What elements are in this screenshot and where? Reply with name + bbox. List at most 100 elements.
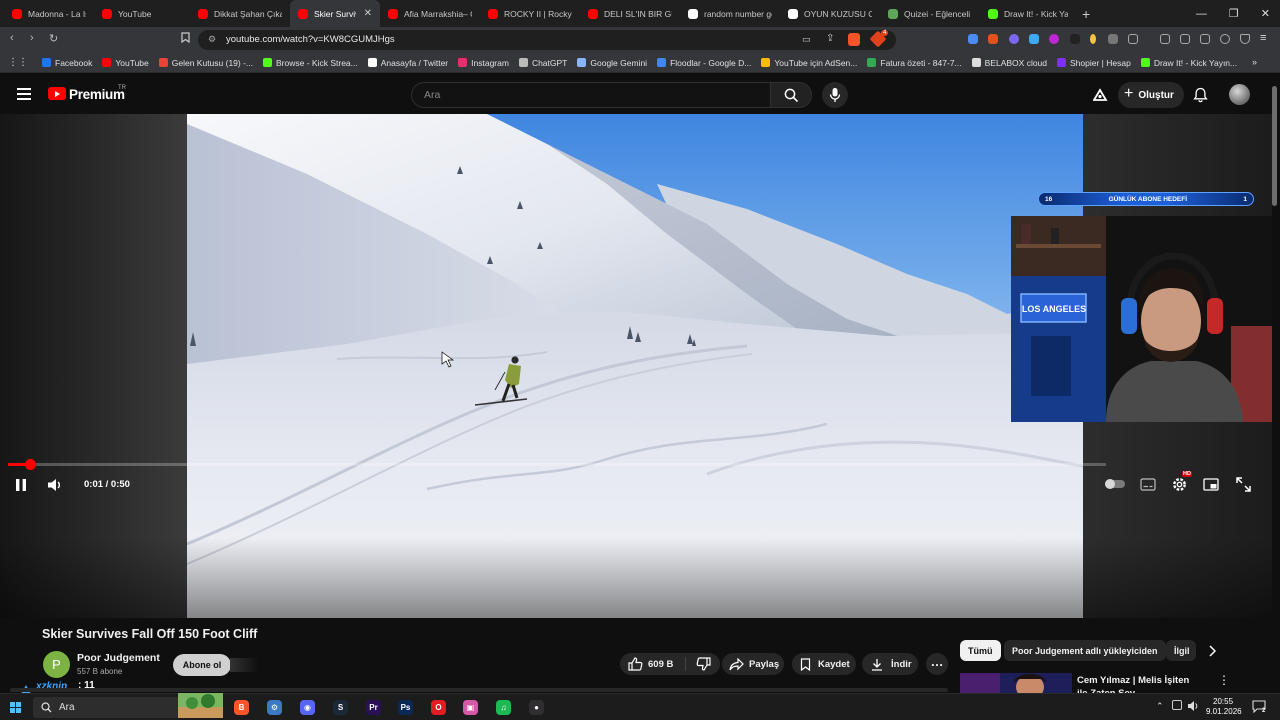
bookmark-item[interactable]: Anasayfa / Twitter <box>367 58 448 68</box>
bookmark-item[interactable]: Browse - Kick Strea... <box>263 58 358 68</box>
youtube-logo-icon[interactable] <box>48 87 66 100</box>
bookmark-item[interactable]: YouTube için AdSen... <box>761 58 857 68</box>
bookmark-icon[interactable] <box>181 32 190 46</box>
sidebar-icon[interactable] <box>1180 34 1190 44</box>
thumbs-down-icon[interactable] <box>696 657 711 671</box>
bookmark-item[interactable]: ChatGPT <box>518 58 567 68</box>
address-bar[interactable]: ⚙ youtube.com/watch?v=KW8CGUMJHgs ▭ ⇪ 4 <box>198 30 896 50</box>
opera-icon[interactable]: O <box>431 700 446 715</box>
back-icon[interactable]: ‹ <box>10 32 14 44</box>
subscribe-button[interactable]: Abone ol <box>173 654 231 676</box>
taskbar-search[interactable]: Ara <box>33 693 223 718</box>
bookmark-item[interactable]: Draw It! - Kick Yayın... <box>1140 58 1237 68</box>
extension-icon[interactable] <box>968 34 978 44</box>
obs-icon[interactable]: ● <box>529 700 544 715</box>
save-button[interactable]: Kaydet <box>792 653 856 675</box>
browser-tab[interactable]: Madonna - La Isla B <box>4 0 94 27</box>
cast-icon[interactable]: ▭ <box>802 34 811 45</box>
apps-grid-icon[interactable]: ⋮⋮ <box>8 57 28 68</box>
chip-related[interactable]: İlgil <box>1166 640 1196 661</box>
subtitles-icon[interactable] <box>1140 478 1156 491</box>
volume-tray-icon[interactable] <box>1187 700 1199 712</box>
more-actions-button[interactable]: … <box>926 653 948 675</box>
premium-logo-text[interactable]: Premium <box>69 87 125 102</box>
chip-all[interactable]: Tümü <box>960 640 1001 661</box>
share-button[interactable]: Paylaş <box>722 653 784 675</box>
extension-icon[interactable] <box>1029 34 1039 44</box>
progress-scrubber[interactable] <box>25 459 36 470</box>
page-scrollbar[interactable] <box>1272 86 1277 206</box>
bookmark-item[interactable]: YouTube <box>102 58 149 68</box>
media-icon[interactable] <box>1160 34 1170 44</box>
hamburger-menu-icon[interactable] <box>17 88 31 100</box>
wallet-icon[interactable] <box>1200 34 1210 44</box>
windows-start-icon[interactable] <box>10 702 21 713</box>
browser-tab[interactable]: YouTube <box>94 0 190 27</box>
tray-overflow-icon[interactable]: ⌃ <box>1156 701 1164 712</box>
browser-tab[interactable]: Draw It! - Kick Yayın <box>980 0 1076 27</box>
bookmark-item[interactable]: Facebook <box>42 58 92 68</box>
notifications-bell-icon[interactable] <box>1193 87 1208 103</box>
browser-tab[interactable]: OYUN KUZUSU OY <box>780 0 880 27</box>
bookmark-item[interactable]: Floodlar - Google D... <box>657 58 751 68</box>
close-window-button[interactable]: ✕ <box>1261 7 1270 20</box>
brave-shield-icon[interactable] <box>848 33 860 46</box>
autoplay-toggle-icon[interactable] <box>1104 477 1126 491</box>
pause-icon[interactable] <box>15 478 27 492</box>
more-vertical-icon[interactable]: ⋮ <box>1218 673 1230 687</box>
video-player[interactable]: 16 GÜNLÜK ABONE HEDEFİ 1 LOS ANGELES 0:0… <box>0 114 1272 618</box>
chip-uploader[interactable]: Poor Judgement adlı yükleyiciden <box>1004 640 1166 661</box>
browser-tab[interactable]: Skier Survive ✕ <box>290 0 380 27</box>
voice-search-button[interactable] <box>822 82 848 108</box>
forward-icon[interactable]: › <box>30 32 34 44</box>
new-tab-button[interactable]: + <box>1082 6 1090 22</box>
url-text[interactable]: youtube.com/watch?v=KW8CGUMJHgs <box>226 34 395 45</box>
bookmarks-overflow-icon[interactable]: » <box>1252 57 1257 67</box>
youtube-studio-icon[interactable] <box>1093 88 1108 101</box>
browser-tab[interactable]: Afia Marrakshia– Or <box>380 0 480 27</box>
horizontal-scrollbar[interactable] <box>10 688 948 692</box>
vpn-icon[interactable] <box>1240 34 1250 44</box>
search-input[interactable]: Ara <box>411 82 770 108</box>
progress-bar[interactable] <box>8 459 1106 470</box>
photoshop-icon[interactable]: Ps <box>398 700 413 715</box>
miniplayer-icon[interactable] <box>1203 478 1219 491</box>
share-icon[interactable]: ⇪ <box>826 33 834 44</box>
spotify-icon[interactable]: ♫ <box>496 700 511 715</box>
network-icon[interactable] <box>1172 700 1182 710</box>
steam-icon[interactable]: S <box>333 700 348 715</box>
photos-icon[interactable]: ▣ <box>463 700 478 715</box>
clock-time[interactable]: 20:55 <box>1213 697 1233 706</box>
recommendation-thumbnail[interactable] <box>960 673 1072 693</box>
extension-icon[interactable] <box>1009 34 1019 44</box>
channel-avatar[interactable]: P <box>43 651 70 678</box>
bookmark-item[interactable]: Shopier | Hesap <box>1057 58 1131 68</box>
extension-icon[interactable] <box>988 34 998 44</box>
bookmark-item[interactable]: Instagram <box>458 58 509 68</box>
volume-icon[interactable] <box>47 478 63 492</box>
download-button[interactable]: İndir <box>862 653 918 675</box>
clock-date[interactable]: 9.01.2026 <box>1206 707 1242 716</box>
brave-icon[interactable]: B <box>234 700 249 715</box>
recommendation-title[interactable]: Cem Yılmaz | Melis İşiten ile Zaten Sev <box>1077 674 1197 693</box>
puzzle-icon[interactable] <box>1108 34 1118 44</box>
reload-icon[interactable]: ↻ <box>49 32 58 45</box>
account-avatar[interactable] <box>1229 84 1250 105</box>
bookmark-item[interactable]: Fatura özeti - 847-7... <box>867 58 962 68</box>
extension-icon[interactable] <box>1090 34 1096 44</box>
bookmark-item[interactable]: Google Gemini <box>577 58 647 68</box>
network-tool-icon[interactable]: ⚙ <box>267 700 282 715</box>
extension-icon[interactable] <box>1070 34 1080 44</box>
premiere-pro-icon[interactable]: Pr <box>366 700 381 715</box>
browser-tab[interactable]: random number ge <box>680 0 780 27</box>
bookmark-item[interactable]: Gelen Kutusu (19) -... <box>158 58 253 68</box>
screenshot-icon[interactable] <box>1128 34 1138 44</box>
browser-menu-icon[interactable]: ≡ <box>1260 32 1266 44</box>
minimize-button[interactable]: — <box>1196 8 1207 20</box>
channel-name[interactable]: Poor Judgement <box>77 652 160 664</box>
extension-icon[interactable] <box>1049 34 1059 44</box>
chevron-right-icon[interactable] <box>1208 645 1216 657</box>
browser-tab[interactable]: DELI SL'IN BIR GÜN <box>580 0 680 27</box>
search-button[interactable] <box>770 82 812 108</box>
fullscreen-icon[interactable] <box>1236 477 1251 492</box>
